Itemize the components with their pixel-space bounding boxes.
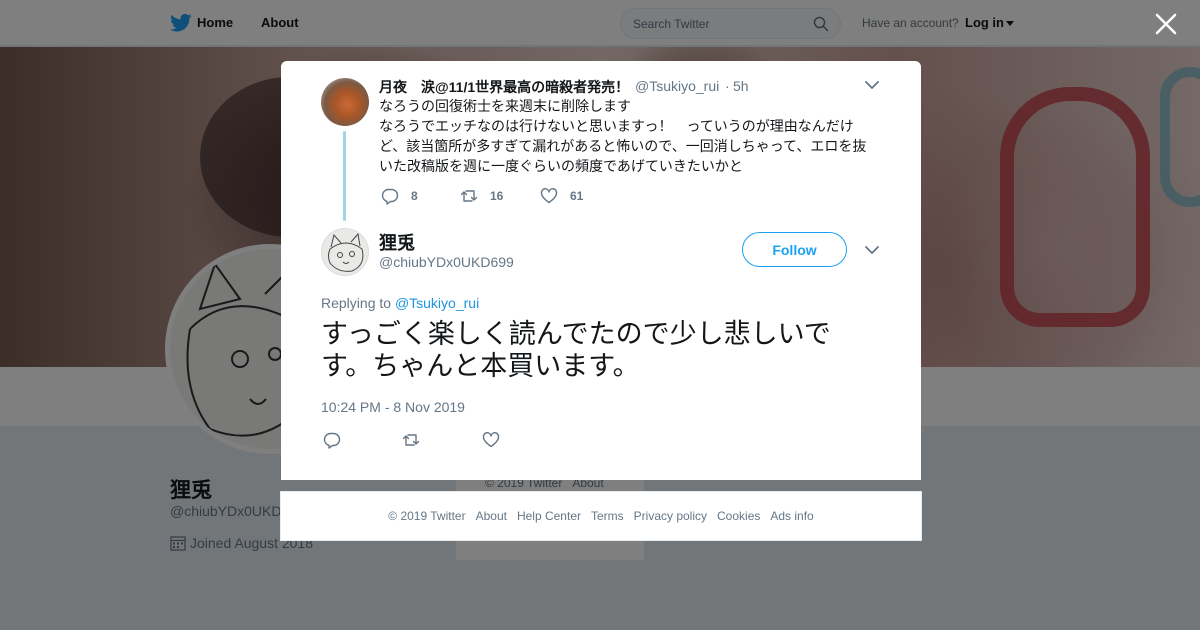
retweet-icon xyxy=(460,190,478,202)
parent-author-name[interactable]: 月夜 涙@11/1世界最高の暗殺者発売！ xyxy=(379,77,629,97)
main-reply-button[interactable] xyxy=(323,431,353,449)
tweet-modal: 月夜 涙@11/1世界最高の暗殺者発売！ @Tsukiyo_rui · 5h な… xyxy=(281,61,921,480)
replying-prefix: Replying to xyxy=(321,295,392,311)
close-icon[interactable] xyxy=(1154,12,1178,36)
main-tweet-text: すっごく楽しく読んでたので少し悲しいです。ちゃんと本買います。 xyxy=(321,319,831,382)
footer-link-help-center[interactable]: Help Center xyxy=(517,509,581,523)
replying-to-link[interactable]: @Tsukiyo_rui xyxy=(395,295,479,311)
parent-author-handle[interactable]: @Tsukiyo_rui xyxy=(635,78,719,94)
main-like-button[interactable] xyxy=(482,431,512,449)
reply-count: 8 xyxy=(411,189,418,203)
parent-timestamp[interactable]: 5h xyxy=(733,78,749,94)
modal-footer: © 2019 Twitter About Help Center Terms P… xyxy=(280,491,922,541)
parent-text-line: ど、該当箇所が多すぎて漏れがあると怖いので、一回消しちゃって、エロを抜 xyxy=(379,138,867,154)
main-retweet-button[interactable] xyxy=(402,431,432,449)
parent-text-line: いた改稿版を週に一度ぐらいの頻度であげていきたいかと xyxy=(379,158,743,174)
heart-icon xyxy=(540,188,558,204)
footer-copyright: © 2019 Twitter xyxy=(388,509,466,523)
reply-icon xyxy=(381,188,399,205)
main-author-handle[interactable]: @chiubYDx0UKD699 xyxy=(379,254,514,270)
retweet-count: 16 xyxy=(490,189,504,203)
footer-link-privacy[interactable]: Privacy policy xyxy=(634,509,707,523)
parent-like-button[interactable]: 61 xyxy=(540,187,583,205)
parent-text-line: なろうでエッチなのは行けないと思いますっ！ っていうのが理由なんだけ xyxy=(379,118,854,134)
footer-link-ads-info[interactable]: Ads info xyxy=(770,509,813,523)
cat-drawing-icon xyxy=(328,232,364,272)
reply-icon xyxy=(323,432,341,449)
footer-link-terms[interactable]: Terms xyxy=(591,509,624,523)
replying-to: Replying to @Tsukiyo_rui xyxy=(321,295,479,311)
main-timestamp[interactable]: 10:24 PM - 8 Nov 2019 xyxy=(321,399,465,415)
main-author-name[interactable]: 狸兎 xyxy=(379,229,415,255)
main-avatar[interactable] xyxy=(321,228,369,276)
footer-link-about[interactable]: About xyxy=(476,509,507,523)
footer-link-cookies[interactable]: Cookies xyxy=(717,509,760,523)
thread-line xyxy=(343,131,346,221)
follow-button[interactable]: Follow xyxy=(742,232,847,267)
parent-text-line: なろうの回復術士を来週末に削除します xyxy=(379,98,631,114)
parent-reply-button[interactable]: 8 xyxy=(381,187,418,205)
like-count: 61 xyxy=(570,189,584,203)
parent-retweet-button[interactable]: 16 xyxy=(460,187,503,205)
retweet-icon xyxy=(402,434,420,446)
heart-icon xyxy=(482,432,500,448)
parent-tweet-text: なろうの回復術士を来週末に削除します なろうでエッチなのは行けないと思いますっ！… xyxy=(379,96,879,176)
parent-separator: · xyxy=(725,78,730,94)
chevron-down-icon[interactable] xyxy=(865,246,879,255)
chevron-down-icon[interactable] xyxy=(865,81,879,90)
parent-avatar[interactable] xyxy=(321,78,369,126)
